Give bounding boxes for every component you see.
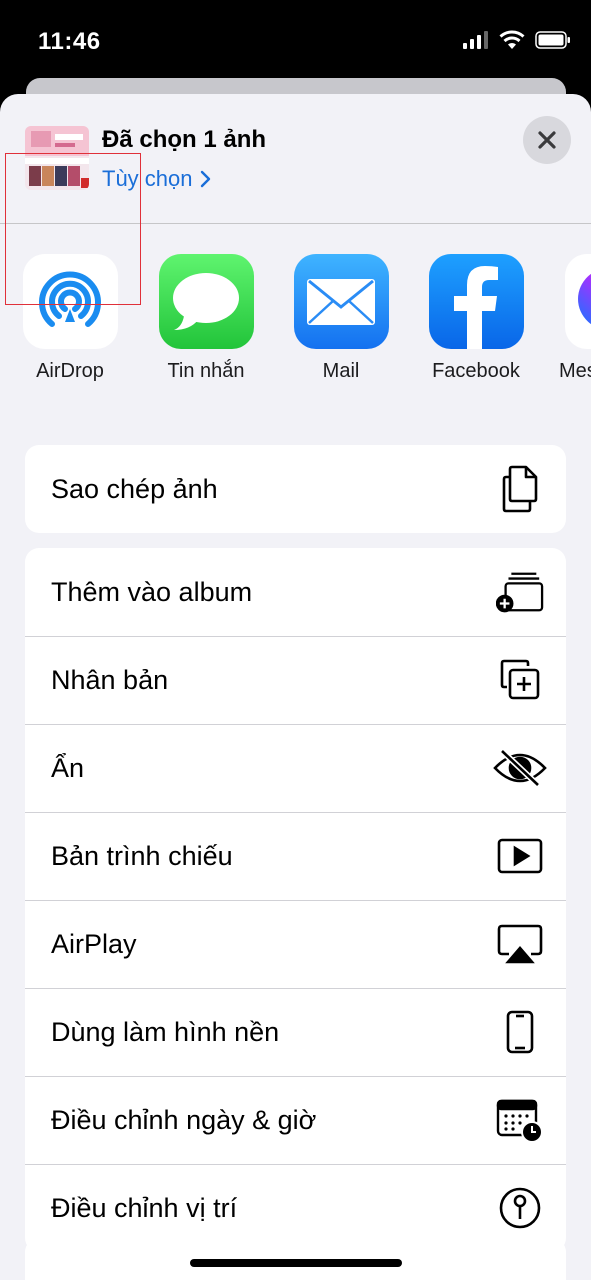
battery-icon [535,31,570,49]
app-label: Mes [559,360,591,382]
options-link[interactable]: Tùy chọn [102,166,211,192]
close-button[interactable] [523,116,571,164]
hide-eye-icon [492,744,548,792]
airplay-icon [496,920,544,968]
app-share-row: AirDrop Tin nhắn Mail Facebook Me [0,224,591,424]
action-group-copy: Sao chép ảnh [25,445,566,533]
wifi-icon [499,30,525,49]
app-label: Mail [322,360,360,382]
app-messages[interactable]: Tin nhắn [146,254,266,383]
options-label: Tùy chọn [102,166,193,191]
app-messenger[interactable]: Mes [551,254,591,383]
status-icons [463,30,571,50]
action-copy-photo[interactable]: Sao chép ảnh [25,445,566,533]
app-facebook[interactable]: Facebook [416,254,536,383]
add-to-album-icon [496,568,544,616]
location-pin-icon [496,1184,544,1232]
cellular-signal-icon [463,31,488,49]
close-icon [538,131,556,149]
chevron-right-icon [200,170,210,188]
action-adjust-date-time[interactable]: Điều chỉnh ngày & giờ [25,1076,566,1164]
action-label: Điều chỉnh vị trí [51,1192,238,1223]
share-sheet-header: Đã chọn 1 ảnh Tùy chọn [0,94,591,224]
home-indicator[interactable] [190,1259,402,1267]
action-add-to-album[interactable]: Thêm vào album [25,548,566,636]
action-label: Thêm vào album [51,576,253,607]
mail-icon [293,254,389,349]
action-hide[interactable]: Ẩn [25,724,566,812]
duplicate-icon [496,656,544,704]
airdrop-icon [22,254,118,349]
status-time: 11:46 [38,28,101,55]
action-slideshow[interactable]: Bản trình chiếu [25,812,566,900]
slideshow-play-icon [496,832,544,880]
app-mail[interactable]: Mail [281,254,401,383]
messages-icon [158,254,254,349]
action-label: Ẩn [51,752,85,783]
action-label: Nhân bản [51,664,169,695]
action-airplay[interactable]: AirPlay [25,900,566,988]
app-label: Tin nhắn [167,360,245,382]
app-airdrop[interactable]: AirDrop [10,254,130,383]
phone-wallpaper-icon [496,1008,544,1056]
calendar-clock-icon [496,1096,544,1144]
messenger-icon [565,254,591,349]
action-duplicate[interactable]: Nhân bản [25,636,566,724]
action-label: Điều chỉnh ngày & giờ [51,1104,317,1135]
app-label: Facebook [432,360,520,382]
status-bar: 11:46 [0,0,591,80]
selected-photo-thumbnail [25,126,89,190]
action-use-as-wallpaper[interactable]: Dùng làm hình nền [25,988,566,1076]
action-group-main: Thêm vào album Nhân bản Ẩn Bản trình chi… [25,548,566,1252]
app-label: AirDrop [36,360,104,382]
facebook-icon [428,254,524,349]
share-sheet-title: Đã chọn 1 ảnh [102,126,267,153]
action-label: AirPlay [51,928,137,959]
action-label: Dùng làm hình nền [51,1016,280,1047]
action-label: Bản trình chiếu [51,840,233,871]
action-label: Sao chép ảnh [51,473,218,504]
share-sheet: Đã chọn 1 ảnh Tùy chọn AirDrop Tin nhắn … [0,94,591,1280]
copy-icon [496,465,544,513]
